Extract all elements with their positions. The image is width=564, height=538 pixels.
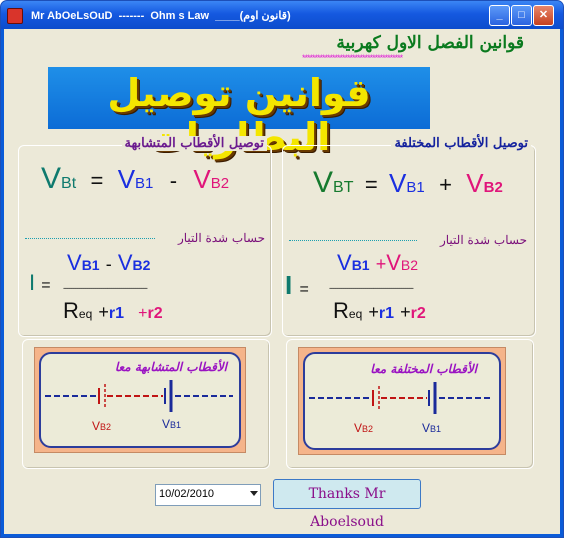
vb1-symbol: V xyxy=(337,250,352,275)
vb2-symbol: V xyxy=(193,164,211,194)
vb2-sub: B2 xyxy=(210,175,230,192)
divider xyxy=(289,240,417,241)
decorative-stars: **************************************** xyxy=(302,53,403,63)
r1-symbol: r1 xyxy=(108,305,125,322)
equals-sign: = xyxy=(41,277,51,294)
left-panel-title: توصيل الأقطاب المتشابهة xyxy=(121,136,267,151)
client-area: قوانين الفصل الاول كهربية **************… xyxy=(4,29,560,534)
vb2-symbol: V xyxy=(117,250,133,275)
equals-sign: = xyxy=(299,281,309,298)
req-sub: eq xyxy=(348,307,363,321)
title-bar[interactable]: Mr AbOeLsOuD ------- Ohm s Law ____(قانو… xyxy=(1,1,563,29)
i-symbol: I xyxy=(285,270,293,300)
label-v: V xyxy=(162,417,171,431)
right-vb2-label: VB2 xyxy=(354,421,373,435)
minus-sign: - xyxy=(105,254,112,274)
vbt-symbol: V xyxy=(313,166,334,199)
same-poles-circuit-diagram xyxy=(45,380,233,412)
opposite-poles-circuit-diagram xyxy=(309,382,493,414)
app-window: Mr AbOeLsOuD ------- Ohm s Law ____(قانو… xyxy=(0,0,564,538)
vb1-sub: B1 xyxy=(406,179,425,196)
current-symbol-right: I = xyxy=(285,270,309,301)
fraction-bar: ----------------------------------------… xyxy=(63,283,148,293)
r1-symbol: r1 xyxy=(378,305,395,322)
date-value: 10/02/2010 xyxy=(159,488,215,500)
left-numerator: VB1 - VB2 xyxy=(67,250,150,276)
plus-sign: + xyxy=(400,302,411,322)
picture-inner: الأقطاب المتشابهة معا xyxy=(39,352,241,448)
minus-sign: - xyxy=(169,168,178,193)
window-title: Mr AbOeLsOuD ------- Ohm s Law ____(قانو… xyxy=(31,10,291,22)
req-symbol: R xyxy=(333,298,349,323)
fraction-bar: ----------------------------------------… xyxy=(329,283,414,293)
vb1-symbol: V xyxy=(67,250,82,275)
label-sub: B2 xyxy=(100,422,112,432)
thanks-button[interactable]: Thanks Mr Aboelsoud xyxy=(273,479,421,530)
vb1-sub: B1 xyxy=(135,175,154,192)
right-panel: توصيل الأقطاب المختلفة VBT = VB1 + VB2 ح… xyxy=(282,136,536,337)
vb2-symbol: V xyxy=(466,168,484,198)
label-sub: B1 xyxy=(430,424,442,434)
left-vb2-label: VB2 xyxy=(92,419,111,433)
left-panel: توصيل الأقطاب المتشابهة VBt = VB1 - VB2 … xyxy=(18,136,272,337)
r2-symbol: r2 xyxy=(410,305,426,322)
divider xyxy=(25,238,155,239)
req-symbol: R xyxy=(63,298,79,323)
label-sub: B2 xyxy=(362,424,374,434)
plus-sign: + xyxy=(138,305,148,322)
plus-sign: + xyxy=(439,172,452,197)
right-circuit-picture: الأقطاب المختلفة معا xyxy=(298,347,506,455)
r2-symbol: r2 xyxy=(147,305,163,322)
right-panel-title: توصيل الأقطاب المختلفة xyxy=(391,136,531,151)
label-v: V xyxy=(422,421,431,435)
close-button[interactable]: ✕ xyxy=(533,5,554,26)
vb1-symbol: V xyxy=(117,164,136,194)
label-v: V xyxy=(92,419,101,433)
vbt-symbol: V xyxy=(41,162,62,195)
vb2-sub: B2 xyxy=(132,257,151,273)
equals-sign: = xyxy=(364,172,378,197)
plus-sign: + xyxy=(368,302,379,322)
right-vb1-label: VB1 xyxy=(422,421,441,435)
left-circuit-picture: الأقطاب المتشابهة معا xyxy=(34,347,246,453)
vb2-symbol: V xyxy=(386,250,401,275)
chevron-down-icon[interactable] xyxy=(250,491,258,496)
vb2-sub: B2 xyxy=(400,257,419,273)
label-sub: B1 xyxy=(170,420,182,430)
vb2-sub: B2 xyxy=(483,179,503,196)
plus-sign: + xyxy=(375,254,387,274)
equals-sign: = xyxy=(90,168,104,193)
left-current-title: حساب شدة التيار xyxy=(177,231,265,245)
req-sub: eq xyxy=(78,307,93,321)
right-denominator: Req +r1 +r2 xyxy=(333,298,426,324)
minimize-button[interactable]: _ xyxy=(489,5,510,26)
maximize-button[interactable]: □ xyxy=(511,5,532,26)
i-symbol: I xyxy=(29,270,36,295)
left-voltage-formula: VBt = VB1 - VB2 xyxy=(41,162,229,196)
right-numerator: VB1 +VB2 xyxy=(337,250,418,276)
vbt-sub: BT xyxy=(333,179,354,196)
app-icon[interactable] xyxy=(7,8,23,24)
current-symbol-left: I = xyxy=(29,270,51,296)
right-voltage-formula: VBT = VB1 + VB2 xyxy=(313,166,503,200)
vb1-sub: B1 xyxy=(351,257,370,273)
left-denominator: Req +r1 +r2 xyxy=(63,298,163,324)
left-vb1-label: VB1 xyxy=(162,417,181,431)
right-current-title: حساب شدة التيار xyxy=(439,233,527,247)
vb1-symbol: V xyxy=(389,168,407,198)
plus-sign: + xyxy=(98,302,109,322)
vb1-sub: B1 xyxy=(81,257,100,273)
vbt-sub: Bt xyxy=(61,175,77,192)
banner: قوانين توصيل البطاريات xyxy=(48,67,430,159)
picture-inner: الأقطاب المختلفة معا xyxy=(303,352,501,450)
label-v: V xyxy=(354,421,363,435)
chapter-title: قوانين الفصل الاول كهربية xyxy=(336,33,524,53)
date-picker[interactable]: 10/02/2010 xyxy=(155,484,261,506)
